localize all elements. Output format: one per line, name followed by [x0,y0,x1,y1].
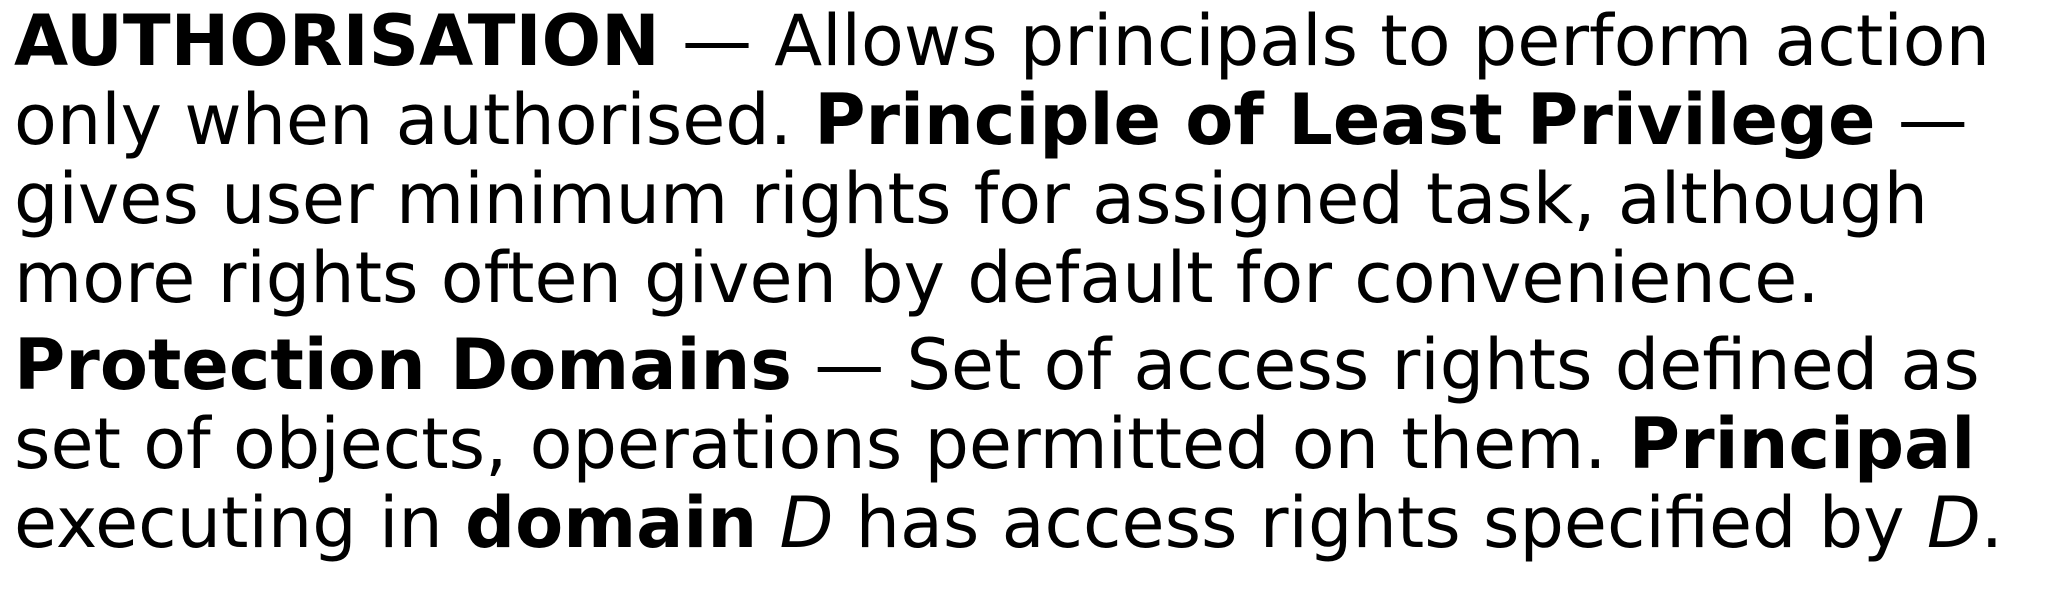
variable-d: D [1926,482,1981,564]
authorisation-paragraph: AUTHORISATION — Allows principals to per… [14,0,2060,318]
definition-text: — Set of access rights defined as [791,324,1980,406]
definition-text: — Allows principals to perform action [659,0,1990,82]
definition-text: only when authorised. [14,79,815,161]
definition-text: set of objects, operations permitted on … [14,403,1629,485]
text-line: set of objects, operations permitted on … [14,405,2060,484]
dash-text: — [1875,79,1968,161]
term-protection-domains: Protection Domains [14,324,792,406]
slide-text-body: AUTHORISATION — Allows principals to per… [0,0,2060,602]
text-line: more rights often given by default for c… [14,239,2060,318]
text-line: Protection Domains — Set of access right… [14,326,2060,405]
text-line: AUTHORISATION — Allows principals to per… [14,2,2060,81]
term-principal: Principal [1628,403,1976,485]
text-line: executing in domain D has access rights … [14,484,2060,563]
text-line: gives user minimum rights for assigned t… [14,160,2060,239]
protection-domains-paragraph: Protection Domains — Set of access right… [14,326,2060,563]
term-authorisation: AUTHORISATION [14,0,660,82]
definition-text: more rights often given by default for c… [14,237,1820,319]
term-least-privilege: Principle of Least Privilege [814,79,1876,161]
period-text: . [1980,482,2004,564]
definition-text: gives user minimum rights for assigned t… [14,158,1928,240]
term-domain: domain [465,482,758,564]
text-line: only when authorised. Principle of Least… [14,81,2060,160]
definition-text: executing in [14,482,466,564]
definition-text: has access rights specified by [833,482,1927,564]
variable-d: D [779,482,834,564]
